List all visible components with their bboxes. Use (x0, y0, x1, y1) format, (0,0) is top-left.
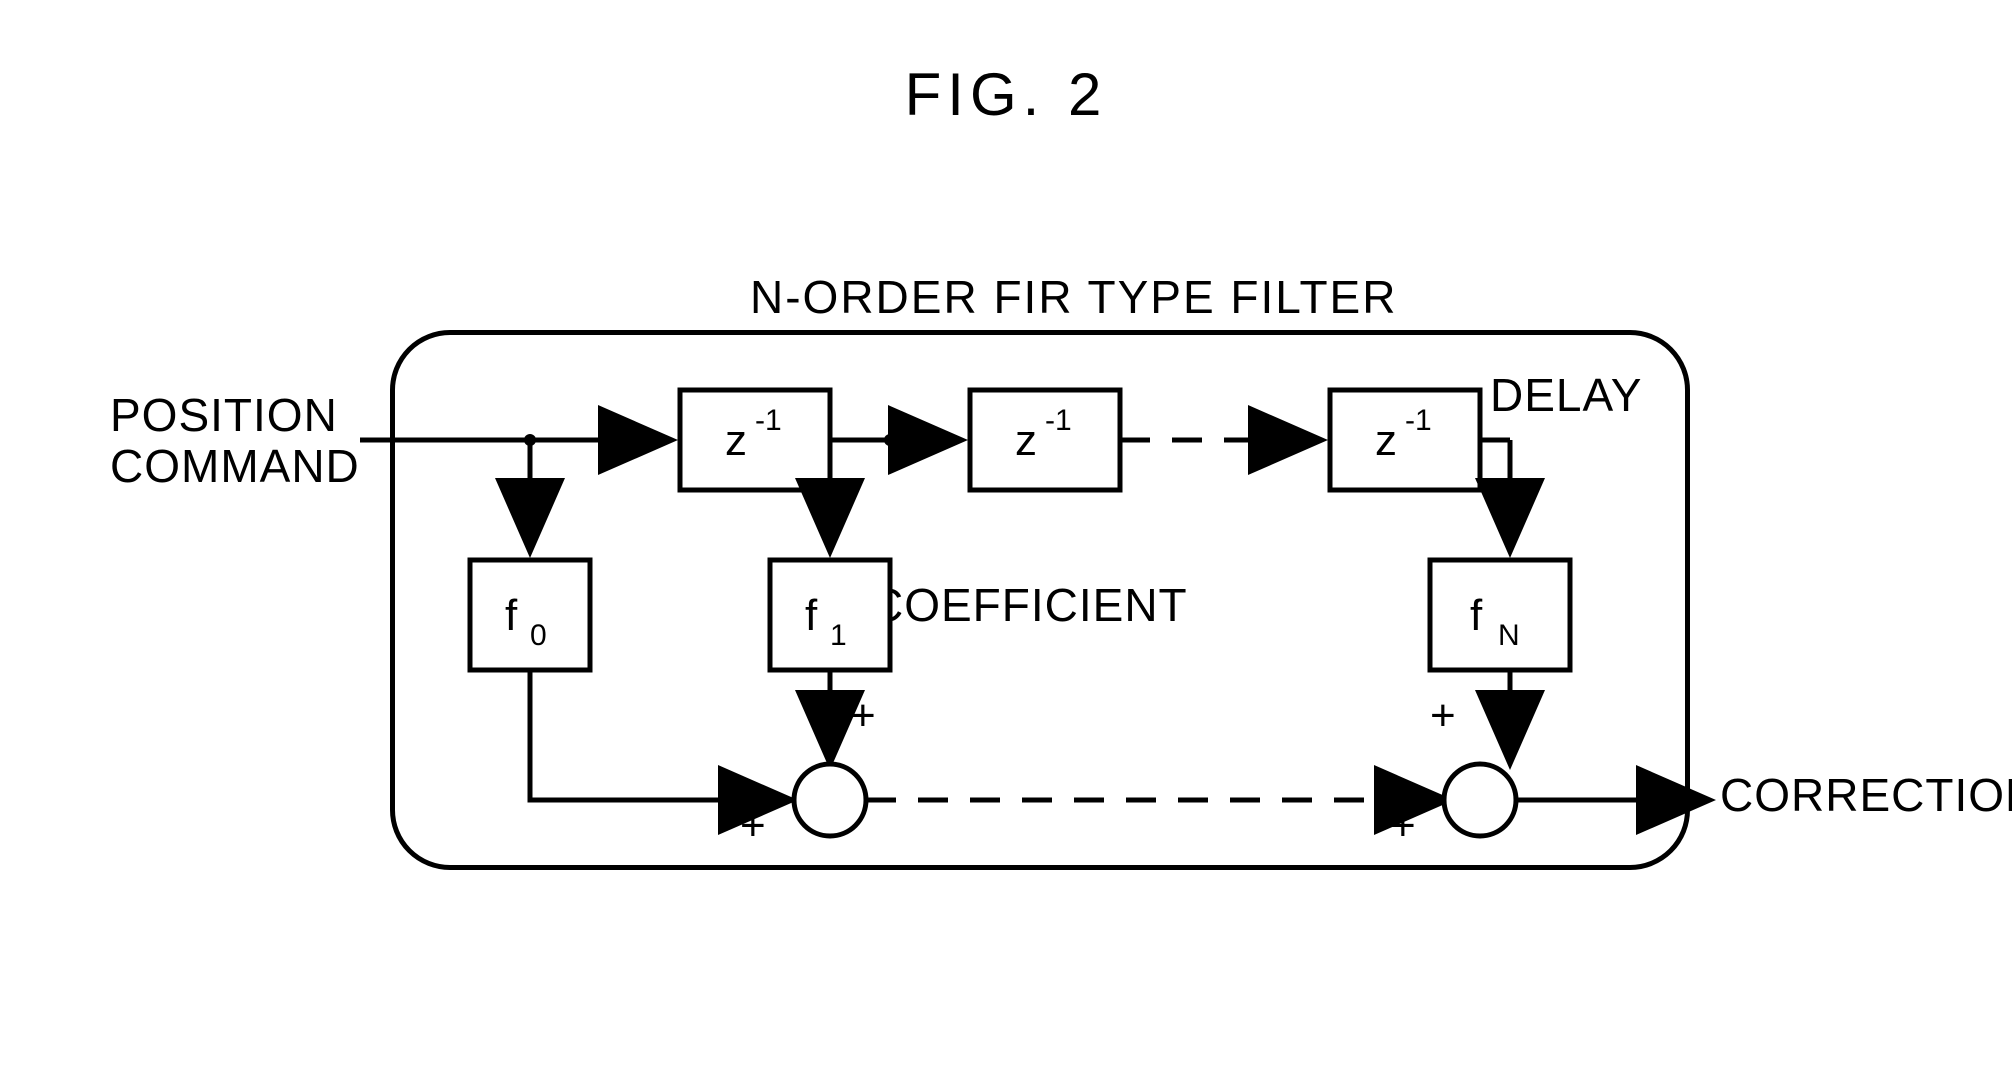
tap-f1: f 1 (770, 560, 890, 670)
svg-text:1: 1 (830, 619, 847, 652)
plus-f0: + (740, 801, 766, 850)
svg-text:z: z (1015, 416, 1037, 465)
svg-text:-1: -1 (755, 404, 782, 437)
svg-text:f: f (1470, 591, 1483, 640)
delay-block-n: z -1 (1330, 390, 1480, 490)
plus-f1: + (850, 691, 876, 740)
svg-text:f: f (805, 591, 818, 640)
svg-text:-1: -1 (1405, 404, 1432, 437)
svg-text:f: f (505, 591, 518, 640)
diagram-svg: z -1 z -1 z -1 f 0 (0, 0, 2012, 1080)
plus-fN: + (1430, 691, 1456, 740)
sum-node-n (1444, 764, 1516, 836)
delay-block-1: z -1 (680, 390, 830, 490)
delay-block-2: z -1 (970, 390, 1120, 490)
tap-f0: f 0 (470, 560, 590, 670)
svg-text:-1: -1 (1045, 404, 1072, 437)
plus-sum-in: + (1390, 801, 1416, 850)
svg-text:N: N (1498, 619, 1520, 652)
f0-to-sum1 (530, 670, 788, 800)
svg-text:z: z (725, 416, 747, 465)
svg-text:z: z (1375, 416, 1397, 465)
svg-text:0: 0 (530, 619, 547, 652)
tap-fN: f N (1430, 560, 1570, 670)
sum-node-1 (794, 764, 866, 836)
